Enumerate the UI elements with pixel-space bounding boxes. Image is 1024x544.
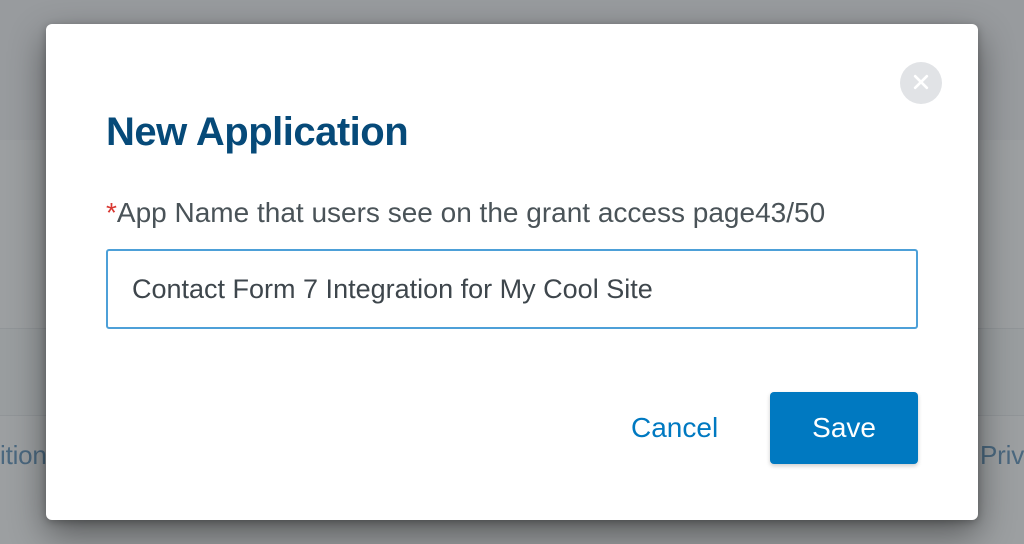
modal-actions: Cancel Save: [631, 392, 918, 464]
save-button[interactable]: Save: [770, 392, 918, 464]
required-mark: *: [106, 197, 117, 228]
modal-title: New Application: [106, 110, 918, 155]
close-icon: [911, 72, 931, 95]
close-button[interactable]: [900, 62, 942, 104]
app-name-input[interactable]: [106, 249, 918, 329]
char-counter: 43/50: [755, 197, 825, 228]
new-application-modal: New Application *App Name that users see…: [46, 24, 978, 520]
app-name-label-row: *App Name that users see on the grant ac…: [106, 197, 918, 229]
cancel-button[interactable]: Cancel: [631, 412, 718, 444]
app-name-label: App Name that users see on the grant acc…: [117, 197, 755, 228]
